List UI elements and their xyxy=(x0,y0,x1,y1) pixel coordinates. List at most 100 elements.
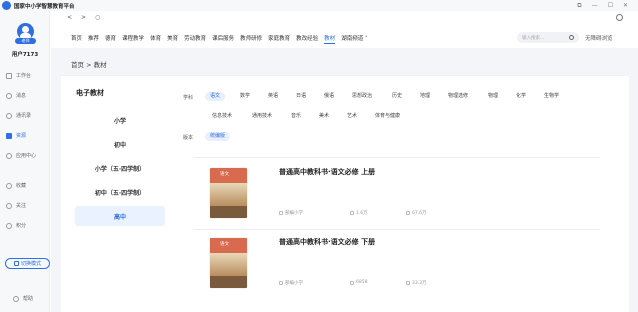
left-panel-title: 电子教材 xyxy=(76,89,104,97)
sidebar: 老师 用户7173 工作台 消息 通讯录 资源 应用中心 收藏 关注 积分 切换… xyxy=(0,11,50,312)
tab-arts[interactable]: 美育 xyxy=(167,34,178,44)
sidebar-item-follow[interactable]: 关注 xyxy=(6,201,26,210)
stage-senior[interactable]: 高中 xyxy=(75,206,165,226)
tab-recommend[interactable]: 推荐 xyxy=(88,34,99,44)
stage-primary-54[interactable]: 小学（五·四学制） xyxy=(75,158,165,178)
sidebar-item-favorite[interactable]: 收藏 xyxy=(6,181,26,190)
subject-chip[interactable]: 地理 xyxy=(420,92,430,101)
sidebar-item-message[interactable]: 消息 xyxy=(6,91,26,100)
stage-primary[interactable]: 小学 xyxy=(75,110,165,130)
book-cover[interactable]: 语文 xyxy=(210,168,247,218)
book-likes: 1.6万 xyxy=(350,210,368,216)
minimize-icon[interactable]: — xyxy=(592,2,598,9)
tab-home[interactable]: 首页 xyxy=(71,34,82,44)
views-count: 67.6万 xyxy=(412,211,427,216)
subject-chip[interactable]: 数学 xyxy=(240,92,250,101)
search-icon[interactable] xyxy=(569,35,574,40)
book-publisher: 部编小学 xyxy=(279,210,303,216)
book-title[interactable]: 普通高中教科书·语文必修 下册 xyxy=(279,237,375,247)
tab-labor[interactable]: 劳动教育 xyxy=(184,34,206,44)
book-cover[interactable]: 语文 xyxy=(210,238,247,288)
subject-chip[interactable]: 物理选修 xyxy=(448,92,468,101)
sidebar-item-resource[interactable]: 资源 xyxy=(6,131,26,140)
tab-after-school[interactable]: 课后服务 xyxy=(212,34,234,44)
refresh-icon[interactable]: ○ xyxy=(95,14,100,21)
accessibility-link[interactable]: 无障碍浏览 xyxy=(585,34,613,42)
forward-icon[interactable]: > xyxy=(81,14,86,21)
app-center-icon xyxy=(6,152,12,159)
eye-icon xyxy=(406,281,410,285)
subject-chip[interactable]: 生物学 xyxy=(544,92,559,101)
publisher-text: 部编小学 xyxy=(285,281,303,286)
window-controls: ⧉ — ☐ ✕ xyxy=(577,0,628,11)
sidebar-item-points[interactable]: 积分 xyxy=(6,221,26,230)
close-icon[interactable]: ✕ xyxy=(623,2,628,9)
help-link[interactable]: 帮助 xyxy=(13,294,33,303)
switch-mode-icon xyxy=(13,261,19,266)
tab-sports[interactable]: 体育 xyxy=(150,34,161,44)
subject-chip[interactable]: 日语 xyxy=(296,92,306,101)
subject-chip[interactable]: 语文 xyxy=(205,92,226,101)
subject-chip[interactable]: 英语 xyxy=(268,92,278,101)
role-badge: 老师 xyxy=(15,38,36,44)
subject-label: 学科 xyxy=(183,95,194,101)
subject-chip[interactable]: 音乐 xyxy=(291,112,301,121)
book-publisher: 部编小学 xyxy=(279,280,303,286)
publisher-text: 部编小学 xyxy=(285,211,303,216)
workbench-icon xyxy=(6,72,12,79)
tab-moral[interactable]: 德育 xyxy=(105,34,116,44)
breadcrumb: 首页 > 教材 xyxy=(71,61,107,69)
cover-text: 语文 xyxy=(220,172,229,177)
book-views: 67.6万 xyxy=(406,210,427,216)
sidebar-item-workbench[interactable]: 工作台 xyxy=(6,71,31,80)
contacts-icon xyxy=(6,112,12,119)
restore-icon[interactable]: ⧉ xyxy=(577,2,581,10)
back-icon[interactable]: < xyxy=(67,14,72,21)
tab-textbook[interactable]: 教材 xyxy=(324,34,336,44)
title-bar: 国家中小学智慧教育平台 ⧉ — ☐ ✕ xyxy=(0,0,638,11)
subject-chip[interactable]: 物理 xyxy=(488,92,498,101)
subject-chip[interactable]: 思想政治 xyxy=(352,92,372,101)
switch-mode-button[interactable]: 切换模式 xyxy=(5,258,50,269)
subject-chip[interactable]: 美术 xyxy=(319,112,329,121)
like-icon xyxy=(350,280,354,285)
cover-text: 语文 xyxy=(220,242,229,247)
subject-chip[interactable]: 俄语 xyxy=(324,92,334,101)
browser-nav: < > ○ xyxy=(67,14,100,21)
stage-junior[interactable]: 初中 xyxy=(75,134,165,154)
divider xyxy=(194,229,600,230)
tab-family[interactable]: 家庭教育 xyxy=(268,34,290,44)
subject-chip[interactable]: 艺术 xyxy=(347,112,357,121)
edition-label: 版本 xyxy=(183,135,194,141)
publisher-icon xyxy=(279,211,283,215)
subject-chip[interactable]: 化学 xyxy=(516,92,526,101)
tab-course[interactable]: 课程教学 xyxy=(122,34,144,44)
resource-icon xyxy=(6,132,12,139)
divider xyxy=(194,157,600,158)
search-input[interactable]: 输入搜索... xyxy=(517,32,579,43)
sidebar-item-contacts[interactable]: 通讯录 xyxy=(6,111,31,120)
sidebar-item-label: 通讯录 xyxy=(16,113,32,119)
book-title[interactable]: 普通高中教科书·语文必修 上册 xyxy=(279,167,375,177)
app-title: 国家中小学智慧教育平台 xyxy=(14,3,75,10)
sidebar-item-label: 关注 xyxy=(16,203,27,209)
tab-teacher-training[interactable]: 教师研修 xyxy=(240,34,262,44)
points-icon xyxy=(6,222,12,229)
stage-junior-54[interactable]: 初中（五·四学制） xyxy=(75,182,165,202)
maximize-icon[interactable]: ☐ xyxy=(608,2,613,9)
sidebar-item-label: 积分 xyxy=(16,223,27,229)
tab-hunan[interactable]: 湖南频道 ˅ xyxy=(341,34,368,44)
likes-count: 1.6万 xyxy=(356,211,368,216)
tab-reform[interactable]: 教改经验 xyxy=(296,34,318,44)
settings-icon[interactable] xyxy=(616,14,623,21)
subject-chip[interactable]: 体育与健康 xyxy=(375,112,400,121)
search-placeholder: 输入搜索... xyxy=(522,35,545,41)
edition-chip[interactable]: 统编版 xyxy=(205,132,231,141)
book-likes: 6858 xyxy=(350,280,367,285)
subject-chip[interactable]: 通用技术 xyxy=(252,112,272,121)
sidebar-item-label: 应用中心 xyxy=(16,153,37,159)
subject-chip[interactable]: 信息技术 xyxy=(212,112,232,121)
sidebar-item-app-center[interactable]: 应用中心 xyxy=(6,151,36,160)
username: 用户7173 xyxy=(11,52,39,58)
subject-chip[interactable]: 历史 xyxy=(392,92,402,101)
